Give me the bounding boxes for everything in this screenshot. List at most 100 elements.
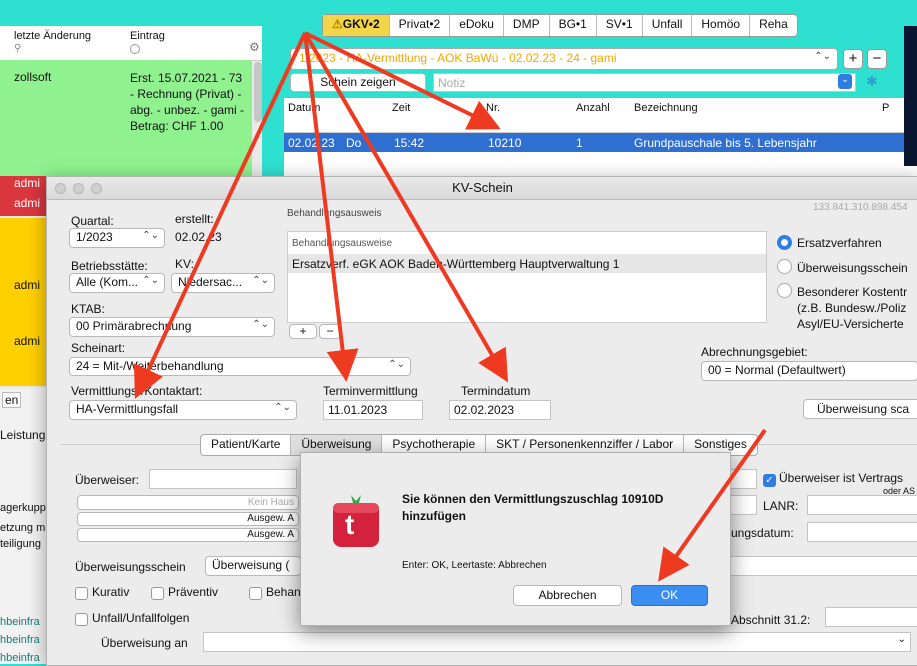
list-item[interactable]: zollsoft Erst. 15.07.2021 - 73 - Rechnun… bbox=[0, 60, 252, 162]
zoom-button[interactable] bbox=[91, 183, 102, 194]
tab-reha[interactable]: Reha bbox=[750, 15, 797, 36]
chevron-updown-icon: ⌃⌄ bbox=[252, 275, 269, 286]
vermittlungszuschlag-dialog: t Sie können den Vermittlungszuschlag 10… bbox=[300, 452, 731, 626]
scheinart-value: 24 = Mit-/Weiterbehandlung bbox=[76, 359, 224, 373]
scheinart-select[interactable]: 24 = Mit-/Weiterbehandlung ⌃⌄ bbox=[69, 357, 411, 376]
ausstellungsdatum-input[interactable] bbox=[807, 522, 917, 542]
ueberweisungsschein-select[interactable]: Überweisung ( bbox=[205, 556, 301, 576]
unfall-checkbox[interactable] bbox=[75, 613, 88, 626]
ok-button[interactable]: OK bbox=[631, 585, 708, 606]
quartal-select[interactable]: 1/2023 ⌃⌄ bbox=[69, 228, 165, 248]
remove-schein-button[interactable]: − bbox=[867, 49, 887, 69]
tab-unfall[interactable]: Unfall bbox=[643, 15, 693, 36]
ueberweisung-text-input[interactable] bbox=[729, 556, 917, 576]
cancel-button[interactable]: Abbrechen bbox=[513, 585, 622, 606]
besonderer-kostentraeger-radio[interactable] bbox=[777, 283, 792, 298]
tab-edoku[interactable]: eDoku bbox=[450, 15, 504, 36]
lower-left-panel: en Leistung agerkupp etzung m teiligung … bbox=[0, 388, 46, 664]
dialog-hint: Enter: OK, Leertaste: Abbrechen bbox=[402, 560, 547, 571]
remove-ausweis-button[interactable]: − bbox=[319, 324, 341, 339]
warning-icon: ⚠ bbox=[332, 17, 343, 31]
ausgewaehlt-label: Ausgew. A bbox=[247, 513, 294, 524]
ausgewaehlt-button[interactable]: Ausgew. A bbox=[77, 528, 299, 542]
ueberweisungsschein-radio[interactable] bbox=[777, 259, 792, 274]
ausstellungsdatum-label: ungsdatum: bbox=[731, 526, 794, 540]
list-item[interactable]: admi admi bbox=[0, 218, 46, 386]
termindatum-field[interactable]: 02.02.2023 bbox=[449, 400, 551, 420]
ausgewaehlt-button[interactable]: Ausgew. A bbox=[77, 512, 299, 526]
add-schein-button[interactable]: + bbox=[843, 49, 863, 69]
logo-letter: t bbox=[345, 509, 355, 540]
close-button[interactable] bbox=[55, 183, 66, 194]
col-header-zeit[interactable]: Zeit bbox=[392, 102, 410, 114]
tab-label: GKV•2 bbox=[342, 17, 380, 31]
schein-zeigen-button[interactable]: Schein zeigen bbox=[290, 73, 426, 92]
ok-label: OK bbox=[660, 588, 679, 602]
betriebsstaette-select[interactable]: Alle (Kom... ⌃⌄ bbox=[69, 273, 165, 293]
kein-hausarzt-button[interactable]: Kein Haus bbox=[77, 495, 299, 510]
table-row[interactable]: 02.02.23 Do 15:42 10210 1 Grundpauschale… bbox=[284, 133, 917, 152]
leistungen-table-header: Datum Zeit Nr. Anzahl Bezeichnung P bbox=[284, 98, 917, 133]
ersatzverfahren-radio[interactable] bbox=[777, 235, 792, 250]
lanr-side-input[interactable] bbox=[727, 495, 757, 515]
ueberweisung-scan-button[interactable]: Überweisung sca bbox=[803, 399, 917, 419]
minimize-button[interactable] bbox=[73, 183, 84, 194]
vermittlungsart-select[interactable]: HA-Vermittlungsfall ⌃⌄ bbox=[69, 400, 297, 420]
tab-sv[interactable]: SV•1 bbox=[597, 15, 643, 36]
tab-bg[interactable]: BG•1 bbox=[550, 15, 597, 36]
schein-selector-value: 1/2023 - HA-Vermittlung - AOK BaWü - 02.… bbox=[299, 51, 617, 65]
filter-search-icon[interactable]: ⚲ bbox=[14, 43, 21, 54]
terminvermittlung-field[interactable]: 11.01.2023 bbox=[323, 400, 423, 420]
add-ausweis-button[interactable]: + bbox=[289, 324, 317, 339]
scrollbar[interactable] bbox=[254, 62, 262, 122]
list-item-user: zollsoft bbox=[14, 70, 52, 84]
erstellt-label: erstellt: bbox=[175, 212, 214, 226]
kurativ-checkbox[interactable] bbox=[75, 587, 88, 600]
vertragsarzt-checkbox[interactable]: ✓ bbox=[763, 474, 776, 487]
ktab-select[interactable]: 00 Primärabrechnung ⌃⌄ bbox=[69, 317, 275, 337]
list-item[interactable]: admi admi bbox=[0, 176, 46, 216]
list-item[interactable]: Ersatzverf. eGK AOK Baden-Württemberg Ha… bbox=[288, 254, 766, 273]
tab-privat[interactable]: Privat•2 bbox=[390, 15, 451, 36]
ueberweisungsschein-value: Überweisung ( bbox=[212, 558, 290, 572]
col-header-datum[interactable]: Datum bbox=[288, 102, 320, 114]
praeventiv-checkbox[interactable] bbox=[151, 587, 164, 600]
lanr-input[interactable] bbox=[807, 495, 917, 515]
col-header-bezeichnung[interactable]: Bezeichnung bbox=[634, 102, 698, 114]
cell-nr: 10210 bbox=[488, 136, 522, 150]
tab-dmp[interactable]: DMP bbox=[504, 15, 550, 36]
chevron-updown-icon: ⌃⌄ bbox=[142, 230, 159, 241]
fragment-label[interactable]: en bbox=[2, 392, 22, 408]
tab-gkv[interactable]: ⚠GKV•2 bbox=[323, 15, 390, 36]
termindatum-label: Termindatum bbox=[461, 384, 531, 398]
ueberweiser-input[interactable] bbox=[149, 469, 297, 489]
filter-circle-icon[interactable] bbox=[130, 44, 140, 54]
col-header-change[interactable]: letzte Änderung bbox=[14, 30, 91, 42]
col-header-anzahl[interactable]: Anzahl bbox=[576, 102, 610, 114]
tab-homoeo[interactable]: Homöo bbox=[692, 15, 751, 36]
notiz-input[interactable]: Notiz ⌄ bbox=[433, 73, 856, 92]
besonderer-kostentraeger-label: (z.B. Bundesw./Poliz bbox=[797, 301, 907, 315]
vermittlungsart-value: HA-Vermittlungsfall bbox=[76, 402, 179, 416]
abrechnungsgebiet-select[interactable]: 00 = Normal (Defaultwert) bbox=[701, 361, 917, 381]
fragment-label: agerkupp bbox=[0, 502, 46, 514]
gear-icon[interactable]: ✱ bbox=[866, 73, 878, 90]
ktab-value: 00 Primärabrechnung bbox=[76, 319, 192, 333]
tab-patient-karte[interactable]: Patient/Karte bbox=[201, 435, 292, 455]
unfall-label: Unfall/Unfallfolgen bbox=[92, 611, 190, 625]
col-header-nr[interactable]: Nr. bbox=[486, 102, 500, 114]
besonderer-kostentraeger-label: Asyl/EU-Versicherte bbox=[797, 317, 904, 331]
ueberweiser-side-input[interactable] bbox=[727, 469, 757, 489]
behandlung-checkbox[interactable] bbox=[249, 587, 262, 600]
schein-selector[interactable]: 1/2023 - HA-Vermittlung - AOK BaWü - 02.… bbox=[290, 48, 838, 70]
app-logo: t bbox=[331, 491, 381, 549]
abschnitt-input[interactable] bbox=[825, 607, 917, 627]
kv-select[interactable]: Niedersac... ⌃⌄ bbox=[171, 273, 275, 293]
app-logo-icon bbox=[333, 495, 379, 547]
ueberweisung-an-select[interactable]: ⌄ bbox=[203, 632, 911, 652]
col-header-entry[interactable]: Eintrag bbox=[130, 30, 165, 42]
fragment-label: teiligung bbox=[0, 538, 41, 550]
table-empty-area bbox=[284, 152, 917, 176]
col-header-p[interactable]: P bbox=[882, 102, 889, 114]
gear-icon[interactable]: ⚙ bbox=[249, 40, 260, 54]
